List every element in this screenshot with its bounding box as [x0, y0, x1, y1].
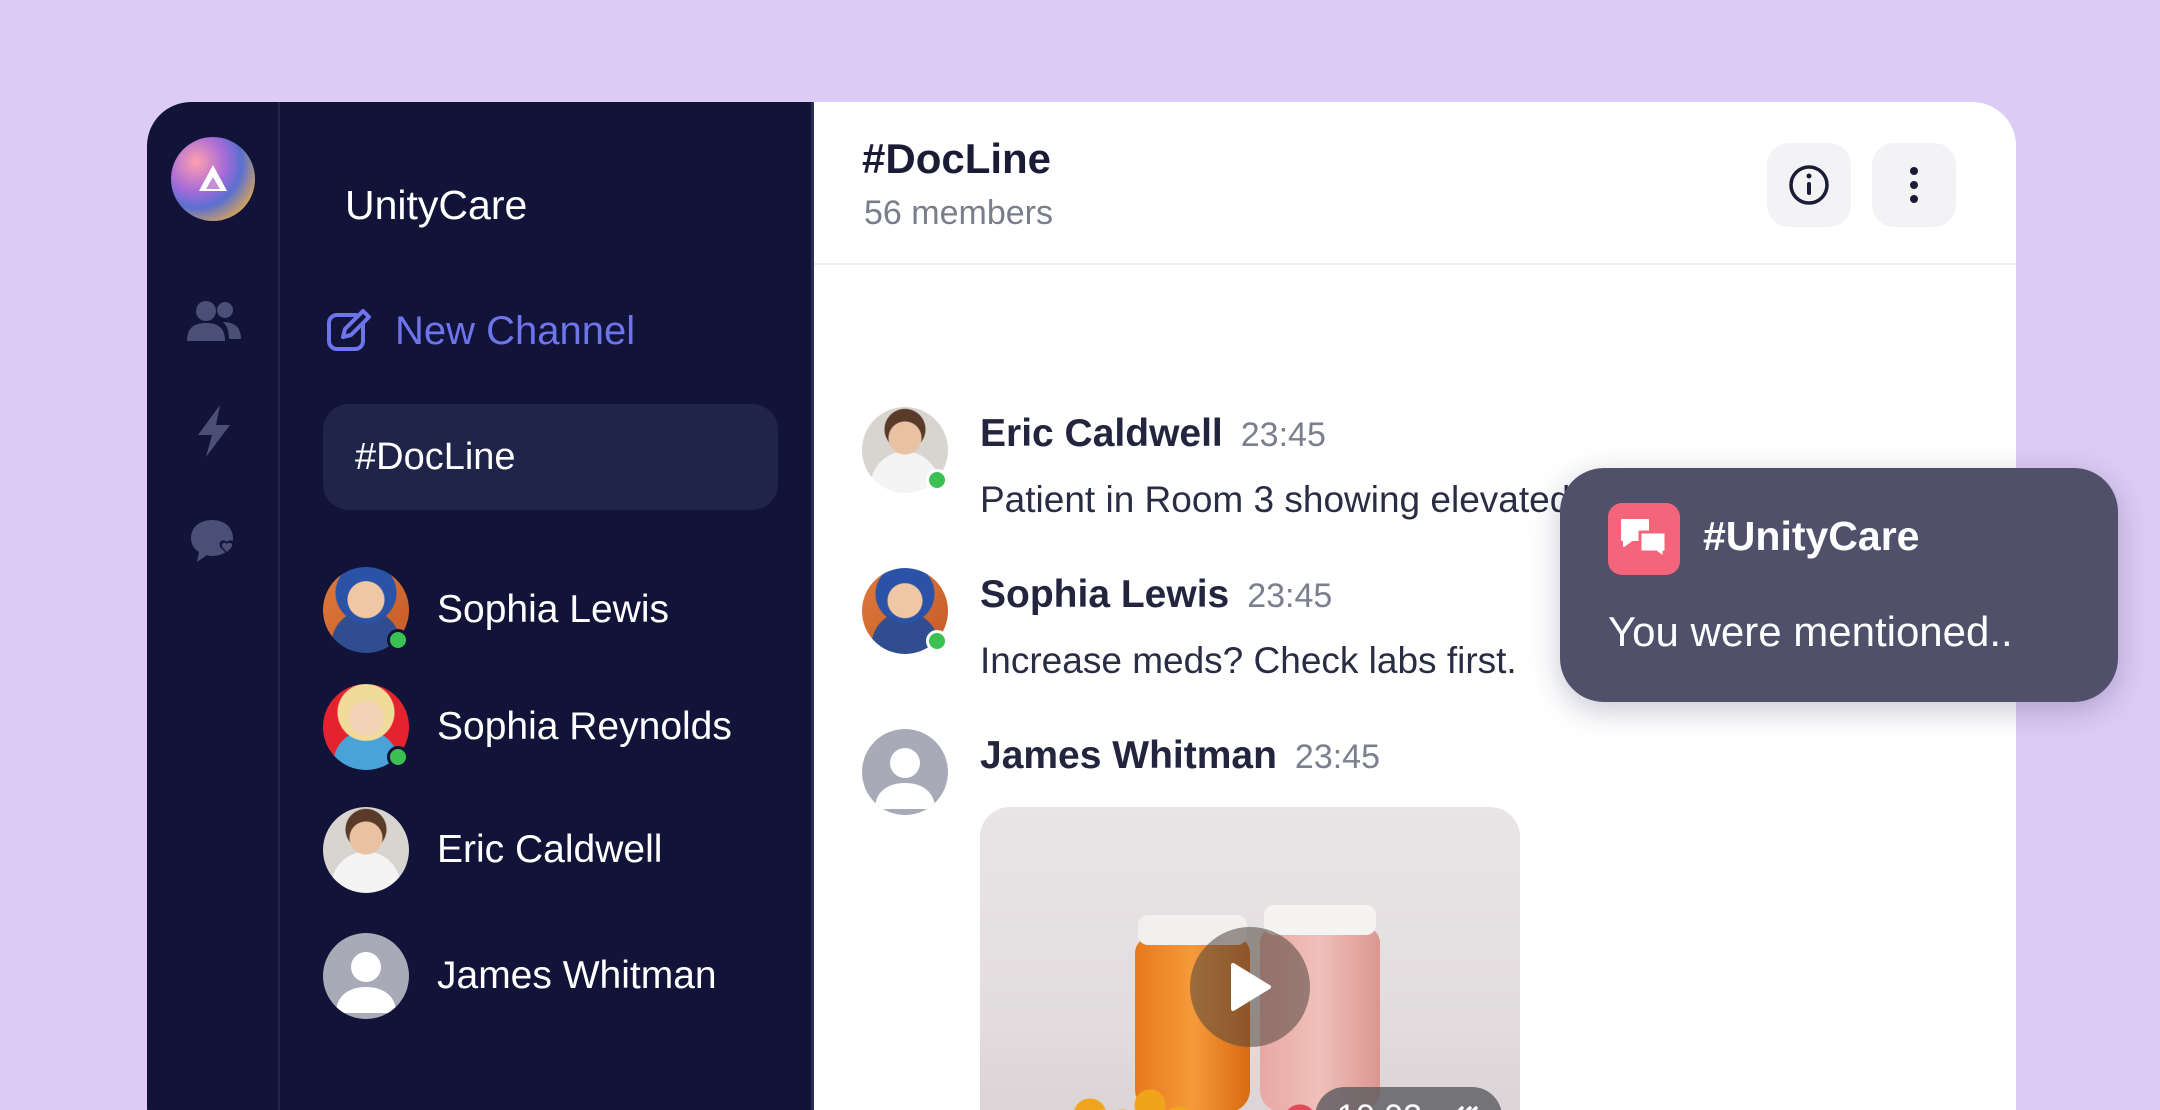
dm-item-sophia-lewis[interactable]: Sophia Lewis: [323, 567, 669, 653]
message-time: 23:45: [1240, 416, 1326, 454]
message-time: 23:45: [1247, 577, 1333, 615]
avatar[interactable]: [862, 568, 948, 654]
chat-header: #DocLine 56 members: [814, 102, 2016, 265]
info-button[interactable]: [1767, 143, 1851, 227]
dm-item-label: Sophia Lewis: [437, 588, 669, 631]
more-vertical-icon: [1910, 167, 1918, 203]
channel-panel: UnityCare New Channel #DocLine Sophia Le…: [280, 102, 814, 1110]
lightning-icon[interactable]: [185, 402, 243, 460]
message-author[interactable]: James Whitman 23:45: [980, 734, 1380, 778]
video-attachment[interactable]: 10:02: [980, 807, 1520, 1110]
avatar: [323, 567, 409, 653]
message-time: 23:45: [1294, 738, 1381, 776]
new-channel-label: New Channel: [395, 308, 636, 353]
avatar[interactable]: [862, 729, 948, 815]
logo-mark-icon: [199, 165, 227, 191]
online-status-dot: [387, 746, 409, 768]
member-count: 56 members: [864, 194, 1053, 232]
channel-item-docline[interactable]: #DocLine: [323, 404, 778, 510]
default-user-icon: [875, 748, 935, 809]
avatar[interactable]: [862, 407, 948, 493]
mention-notification[interactable]: #UnityCare You were mentioned..: [1560, 468, 2118, 702]
video-duration-badge: 10:02: [1314, 1087, 1502, 1110]
video-duration: 10:02: [1337, 1098, 1422, 1110]
workspace-name: UnityCare: [345, 182, 528, 228]
users-icon[interactable]: [185, 292, 243, 350]
avatar: [323, 807, 409, 893]
play-button[interactable]: [1190, 927, 1310, 1047]
play-icon: [1231, 963, 1271, 1011]
more-options-button[interactable]: [1872, 143, 1956, 227]
page-title: #DocLine: [862, 135, 1052, 182]
notification-text: You were mentioned..: [1608, 608, 2013, 655]
new-channel-button[interactable]: New Channel: [325, 307, 635, 355]
online-status-dot: [926, 469, 948, 491]
dm-item-james-whitman[interactable]: James Whitman: [323, 933, 717, 1019]
dm-item-label: James Whitman: [437, 954, 717, 997]
info-icon: [1789, 165, 1829, 205]
avatar: [323, 933, 409, 1019]
online-status-dot: [926, 630, 948, 652]
message-author[interactable]: Eric Caldwell 23:45: [980, 412, 1326, 456]
dm-item-eric-caldwell[interactable]: Eric Caldwell: [323, 807, 662, 893]
channel-item-label: #DocLine: [355, 435, 516, 478]
chat-heart-icon[interactable]: [185, 512, 243, 570]
default-user-icon: [336, 952, 396, 1013]
workspace-logo[interactable]: [171, 137, 255, 221]
dm-item-label: Sophia Reynolds: [437, 705, 732, 748]
online-status-dot: [387, 629, 409, 651]
chat-bubbles-icon: [1608, 503, 1680, 575]
dm-item-sophia-reynolds[interactable]: Sophia Reynolds: [323, 684, 732, 770]
avatar: [323, 684, 409, 770]
icon-rail: [147, 102, 280, 1110]
compose-icon: [327, 309, 371, 351]
message-author[interactable]: Sophia Lewis 23:45: [980, 573, 1332, 617]
message-text: Increase meds? Check labs first.: [980, 640, 1517, 681]
double-check-icon: [1457, 1106, 1478, 1110]
dm-item-label: Eric Caldwell: [437, 828, 663, 871]
notification-title: #UnityCare: [1703, 513, 1920, 559]
